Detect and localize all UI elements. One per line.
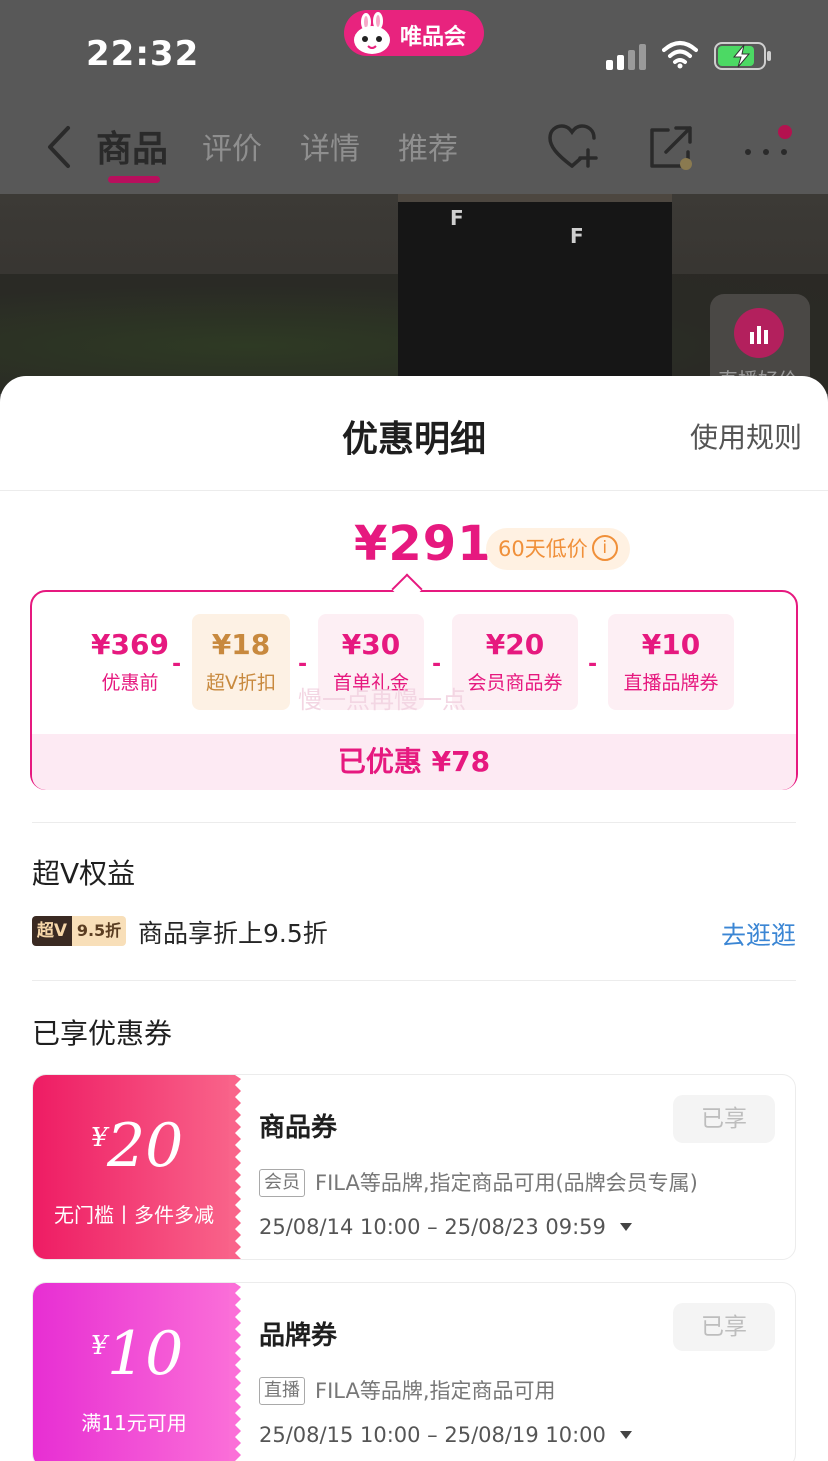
favorite-add-icon[interactable] bbox=[546, 122, 600, 172]
coupons-section-title: 已享优惠券 bbox=[32, 1017, 173, 1050]
wifi-icon bbox=[662, 41, 698, 69]
discount-detail-sheet: 优惠明细 使用规则 ¥291 60天低价 i ¥369 优惠前 - ¥18 超V折… bbox=[0, 376, 828, 1461]
super-v-badge: 超V 9.5折 bbox=[32, 916, 126, 946]
divider bbox=[0, 490, 828, 491]
divider bbox=[32, 822, 796, 823]
app-pill[interactable]: 唯品会 bbox=[344, 10, 484, 56]
breakdown-amount: ¥30 bbox=[341, 628, 401, 661]
divider bbox=[32, 980, 796, 981]
super-v-section-title: 超V权益 bbox=[32, 857, 136, 890]
product-image: F F 直播好价 bbox=[0, 194, 828, 394]
breakdown-item-live-coupon: ¥10 直播品牌券 bbox=[608, 614, 734, 710]
brand-mark: F bbox=[450, 206, 464, 230]
breakdown-label: 超V折扣 bbox=[206, 672, 276, 694]
breakdown-item-original: ¥369 优惠前 bbox=[82, 614, 178, 710]
back-icon[interactable] bbox=[40, 122, 76, 172]
super-v-badge-right: 9.5折 bbox=[72, 916, 126, 946]
active-tab-indicator bbox=[108, 176, 160, 183]
coupon-validity-text: 25/08/14 10:00 – 25/08/23 09:59 bbox=[259, 1215, 606, 1239]
breakdown-label: 优惠前 bbox=[101, 672, 159, 694]
breakdown-amount: ¥20 bbox=[485, 628, 545, 661]
breakdown-item-member-coupon: ¥20 会员商品券 bbox=[452, 614, 578, 710]
app-pill-label: 唯品会 bbox=[400, 25, 467, 50]
usage-rules-link[interactable]: 使用规则 bbox=[690, 416, 802, 456]
bunny-mascot-icon bbox=[354, 12, 390, 54]
browse-link[interactable]: 去逛逛 bbox=[721, 916, 796, 952]
total-saved: 已优惠 ¥78 bbox=[32, 734, 796, 790]
coupon-value-panel: ¥ 10 满11元可用 bbox=[33, 1283, 235, 1461]
minus-sign: - bbox=[172, 652, 182, 677]
coupon-validity[interactable]: 25/08/15 10:00 – 25/08/19 10:00 bbox=[259, 1423, 632, 1447]
coupon-validity-text: 25/08/15 10:00 – 25/08/19 10:00 bbox=[259, 1423, 606, 1447]
breakdown-amount: ¥10 bbox=[641, 628, 701, 661]
minus-sign: - bbox=[432, 652, 442, 677]
coupon-perforation bbox=[229, 1075, 241, 1259]
low-price-badge-label: 60天低价 bbox=[498, 537, 588, 561]
product-sock-right: F bbox=[508, 194, 672, 394]
coupon-currency: ¥ bbox=[91, 1331, 108, 1361]
breakdown-item-superv: ¥18 超V折扣 bbox=[192, 614, 290, 710]
final-price: ¥291 bbox=[354, 516, 492, 572]
tab-details[interactable]: 详情 bbox=[300, 124, 360, 168]
live-chart-icon bbox=[734, 308, 784, 358]
coupon-value: 10 bbox=[107, 1319, 184, 1389]
watermark-text: 慢一点再慢一点 bbox=[298, 686, 466, 714]
minus-sign: - bbox=[298, 652, 308, 677]
chevron-down-icon[interactable] bbox=[619, 1222, 632, 1231]
cellular-signal-icon bbox=[606, 44, 648, 70]
coupon-status-button[interactable]: 已享 bbox=[673, 1095, 775, 1143]
coupon-tag: 直播 bbox=[259, 1377, 305, 1405]
super-v-badge-left: 超V bbox=[32, 916, 72, 946]
coupon-validity[interactable]: 25/08/14 10:00 – 25/08/23 09:59 bbox=[259, 1215, 632, 1239]
coupon-tag: 会员 bbox=[259, 1169, 305, 1197]
coupon-condition: 满11元可用 bbox=[81, 1411, 187, 1435]
minus-sign: - bbox=[588, 652, 598, 677]
brand-mark: F bbox=[570, 224, 584, 248]
chevron-down-icon[interactable] bbox=[619, 1430, 632, 1439]
coupon-currency: ¥ bbox=[91, 1123, 108, 1153]
breakdown-label: 会员商品券 bbox=[467, 672, 563, 694]
coupon-value: 20 bbox=[107, 1111, 184, 1181]
coupon-status-button[interactable]: 已享 bbox=[673, 1303, 775, 1351]
status-time: 22:32 bbox=[86, 34, 200, 74]
super-v-description: 商品享折上9.5折 bbox=[138, 919, 328, 948]
coupon-name: 商品券 bbox=[259, 1113, 338, 1143]
battery-charging-icon bbox=[714, 42, 771, 70]
breakdown-amount: ¥18 bbox=[211, 628, 271, 661]
coupon-card[interactable]: ¥ 10 满11元可用 品牌券 已享 直播 FILA等品牌,指定商品可用 25/… bbox=[32, 1282, 796, 1461]
top-nav-bar: 商品 评价 详情 推荐 bbox=[0, 100, 828, 194]
coupon-value-panel: ¥ 20 无门槛丨多件多减 bbox=[33, 1075, 235, 1259]
coupon-description: FILA等品牌,指定商品可用(品牌会员专属) bbox=[315, 1171, 698, 1195]
coupon-card[interactable]: ¥ 20 无门槛丨多件多减 商品券 已享 会员 FILA等品牌,指定商品可用(品… bbox=[32, 1074, 796, 1260]
more-icon[interactable] bbox=[740, 122, 794, 172]
tab-product[interactable]: 商品 bbox=[96, 120, 168, 172]
coupon-name: 品牌券 bbox=[259, 1321, 338, 1351]
low-price-badge[interactable]: 60天低价 i bbox=[486, 528, 630, 570]
coupon-description: FILA等品牌,指定商品可用 bbox=[315, 1379, 556, 1403]
tab-reviews[interactable]: 评价 bbox=[202, 124, 262, 168]
coupon-perforation bbox=[229, 1283, 241, 1461]
share-icon[interactable] bbox=[644, 122, 698, 172]
breakdown-label: 直播品牌券 bbox=[623, 672, 719, 694]
tab-recommend[interactable]: 推荐 bbox=[398, 124, 458, 168]
info-icon[interactable]: i bbox=[591, 535, 618, 561]
status-bar: 22:32 唯品会 bbox=[0, 0, 828, 100]
coupon-condition: 无门槛丨多件多减 bbox=[54, 1203, 214, 1227]
breakdown-amount: ¥369 bbox=[91, 628, 169, 661]
